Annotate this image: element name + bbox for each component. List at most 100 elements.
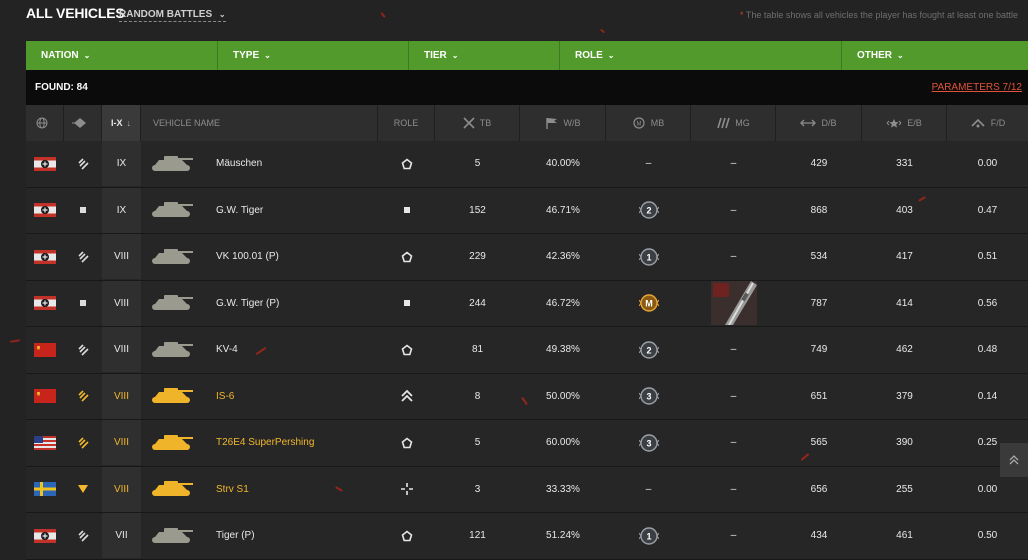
pentagon-role-icon [378, 141, 435, 186]
filter-tier[interactable]: TIER ⌄ [409, 41, 560, 70]
col-wb[interactable]: W/B [520, 105, 606, 141]
col-db[interactable]: D/B [776, 105, 862, 141]
scroll-to-top-button[interactable] [1000, 443, 1028, 477]
eb-value: 417 [896, 251, 913, 262]
pentagon-role-icon [378, 513, 435, 558]
filter-type[interactable]: TYPE ⌄ [218, 41, 409, 70]
filter-role[interactable]: ROLE ⌄ [560, 41, 842, 70]
db-value: 787 [810, 297, 828, 309]
double-chevron-up-icon [1009, 455, 1019, 465]
col-fd[interactable]: F/D [947, 105, 1028, 141]
eb-value: 414 [896, 297, 913, 309]
chevron-down-icon: ⌄ [264, 51, 271, 60]
svg-text:3: 3 [646, 392, 651, 402]
tb-value: 229 [469, 251, 486, 262]
col-mg-label: MG [735, 118, 750, 128]
wb-cell: 42.36% [520, 234, 606, 279]
db-cell: 749 [776, 327, 862, 372]
vehicle-row[interactable]: IX Mäuschen 5 40.00% – – 429 331 0.00 [26, 141, 1028, 188]
svg-text:2: 2 [646, 345, 651, 355]
eb-cell: 462 [862, 327, 947, 372]
vehicle-name-cell: Tiger (P) [216, 513, 378, 558]
wb-value: 33.33% [546, 483, 580, 495]
heavy-type-icon [64, 234, 102, 279]
col-role[interactable]: ROLE [378, 105, 435, 141]
eb-value: 461 [896, 530, 913, 541]
damage-icon [800, 119, 817, 127]
filter-nation[interactable]: NATION ⌄ [26, 41, 218, 70]
col-wb-label: W/B [563, 118, 581, 128]
pentagon-role-icon [378, 327, 435, 372]
vehicle-row[interactable]: VIII Strv S1 3 33.33% – – 656 255 0.00 [26, 466, 1028, 513]
filter-nation-label: NATION [41, 50, 79, 61]
tb-cell: 81 [435, 327, 520, 372]
col-mg[interactable]: MG [691, 105, 776, 141]
tb-cell: 244 [435, 281, 520, 326]
mg-cell: – [691, 141, 776, 186]
wb-value: 50.00% [546, 390, 580, 402]
heavy-type-icon [64, 141, 102, 186]
page-title: ALL VEHICLES [26, 5, 125, 21]
tier-cell: VIII [102, 373, 141, 419]
tier-cell: VIII [102, 327, 141, 372]
tb-cell: 5 [435, 141, 520, 186]
tb-cell: 3 [435, 467, 520, 512]
vehicle-row[interactable]: VIII VK 100.01 (P) 229 42.36% 1 – 534 417 0.51 [26, 234, 1028, 281]
chevron-down-icon: ⌄ [83, 51, 91, 60]
col-tb[interactable]: TB [435, 105, 520, 141]
vehicle-name-cell: G.W. Tiger [216, 188, 378, 233]
battle-type-dropdown[interactable]: RANDOM BATTLES ⌄ [119, 9, 226, 22]
crosshair-role-icon [378, 467, 435, 512]
wb-cell: 50.00% [520, 374, 606, 419]
col-vehicle-name[interactable]: VEHICLE NAME [141, 105, 378, 141]
db-value: 434 [810, 530, 828, 541]
fd-value: 0.51 [977, 251, 998, 262]
tb-value: 3 [474, 483, 481, 495]
col-eb[interactable]: E/B [862, 105, 947, 141]
wb-cell: 46.72% [520, 281, 606, 326]
col-mb[interactable]: M MB [606, 105, 691, 141]
vehicle-row[interactable]: VIII G.W. Tiger (P) 244 46.72% M 787 414 0.56 [26, 280, 1028, 327]
tank-image [141, 188, 203, 233]
sort-down-icon: ↓ [126, 118, 132, 128]
tank-image [141, 420, 203, 465]
vehicle-name: G.W. Tiger [216, 204, 264, 216]
filter-other-label: OTHER [857, 50, 892, 61]
eb-cell: 331 [862, 141, 947, 186]
mastery-badge-icon: M [606, 281, 691, 326]
heavy-type-icon [64, 374, 102, 419]
wb-value: 46.71% [546, 204, 580, 216]
vehicle-name-cell: VK 100.01 (P) [216, 234, 378, 279]
heavy-type-icon [64, 327, 102, 372]
mg-value: – [730, 158, 737, 169]
wb-cell: 46.71% [520, 188, 606, 233]
col-nation[interactable] [26, 105, 64, 141]
tier-cell: IX [102, 187, 141, 233]
eb-value: 379 [896, 390, 913, 402]
vehicle-row[interactable]: VII Tiger (P) 121 51.24% 1 – 434 461 0.50 [26, 513, 1028, 560]
col-db-label: D/B [821, 118, 837, 128]
fd-cell: 0.47 [947, 188, 1028, 233]
vehicle-row[interactable]: VIII KV-4 81 49.38% 2 – 749 462 0.48 [26, 327, 1028, 374]
mg-value: – [730, 390, 737, 402]
fd-value: 0.14 [977, 390, 998, 402]
filter-other[interactable]: OTHER ⌄ [842, 41, 1028, 70]
tier-cell: IX [102, 141, 141, 186]
mastery-badge-icon: 2 [606, 188, 691, 233]
col-role-label: ROLE [393, 118, 419, 128]
vehicle-row[interactable]: VIII IS-6 8 50.00% 3 – 651 379 0.14 [26, 373, 1028, 420]
mg-cell: – [691, 420, 776, 465]
fd-cell: 0.14 [947, 374, 1028, 419]
tier-cell: VIII [102, 466, 141, 512]
vehicle-row[interactable]: VIII T26E4 SuperPershing 5 60.00% 3 – 565 390 0.… [26, 420, 1028, 467]
col-tier[interactable]: I-X ↓ [102, 105, 141, 141]
eb-value: 403 [896, 204, 913, 216]
col-eb-label: E/B [907, 118, 922, 128]
tier-value: VIII [113, 297, 129, 309]
found-count: FOUND: 84 [35, 82, 88, 93]
eb-cell: 417 [862, 234, 947, 279]
vehicle-row[interactable]: IX G.W. Tiger 152 46.71% 2 – 868 403 0.47 [26, 187, 1028, 234]
parameters-link[interactable]: PARAMETERS 7/12 [932, 82, 1022, 93]
col-type[interactable] [64, 105, 102, 141]
fd-value: 0.47 [977, 204, 998, 216]
